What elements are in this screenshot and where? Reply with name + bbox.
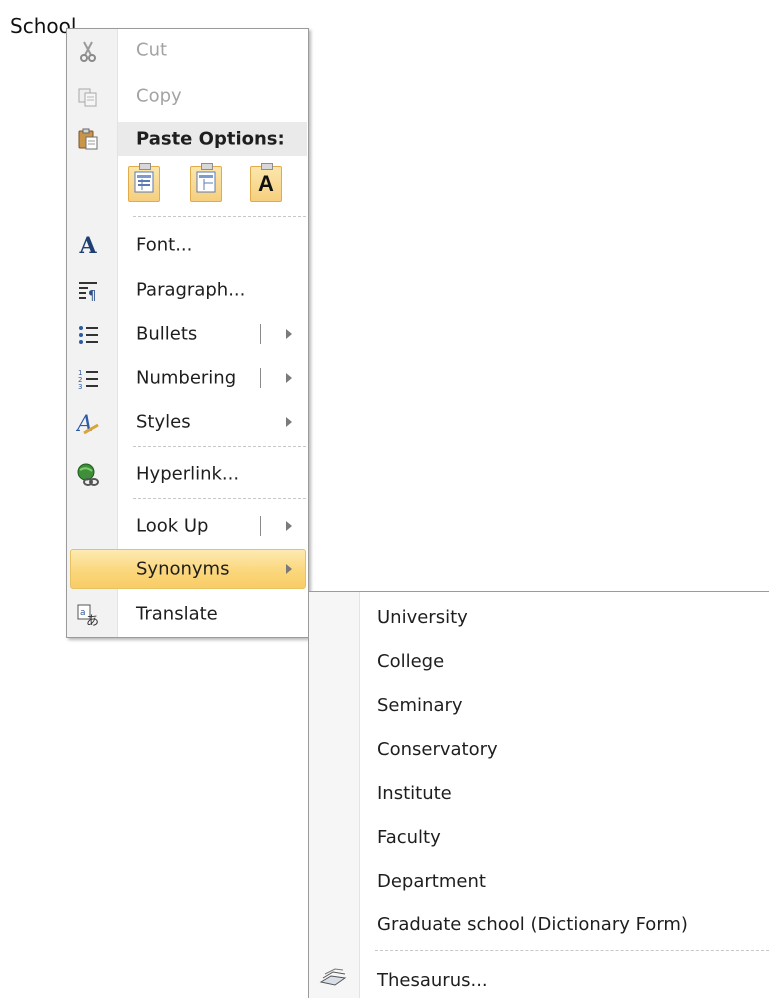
hyperlink-menu-item[interactable]: Hyperlink... xyxy=(67,454,308,494)
styles-menu-item[interactable]: A Styles xyxy=(67,402,308,442)
separator xyxy=(133,446,306,447)
bullets-icon xyxy=(75,322,101,348)
synonyms-menu-item[interactable]: Synonyms xyxy=(70,549,306,589)
paste-text-only-icon: A xyxy=(258,171,274,196)
synonyms-label: Synonyms xyxy=(136,558,230,580)
paste-keep-source-button[interactable] xyxy=(128,163,160,202)
thesaurus-menu-item[interactable]: Thesaurus... xyxy=(377,970,488,991)
copy-menu-item[interactable]: Copy xyxy=(67,76,308,116)
translate-label: Translate xyxy=(136,603,218,625)
split-divider xyxy=(260,516,261,536)
synonym-item[interactable]: Graduate school (Dictionary Form) xyxy=(377,914,688,935)
cut-menu-item[interactable]: Cut xyxy=(67,30,308,70)
bullets-menu-item[interactable]: Bullets xyxy=(67,314,308,354)
paragraph-menu-item[interactable]: ¶ Paragraph... xyxy=(67,270,308,310)
copy-label: Copy xyxy=(136,85,182,107)
split-divider xyxy=(260,324,261,344)
synonym-item[interactable]: Institute xyxy=(377,783,452,804)
hyperlink-icon xyxy=(75,462,101,488)
lookup-menu-item[interactable]: Look Up xyxy=(67,506,308,546)
numbering-icon: 1 2 3 xyxy=(75,366,101,392)
paste-keep-source-icon xyxy=(134,171,154,198)
paragraph-label: Paragraph... xyxy=(136,279,246,301)
paste-icon xyxy=(75,126,101,152)
paste-options-label: Paste Options: xyxy=(136,128,285,150)
context-menu: Cut Copy Paste Options: A A Font... ¶ Pa… xyxy=(66,28,309,638)
lookup-label: Look Up xyxy=(136,515,209,537)
synonym-item[interactable]: Faculty xyxy=(377,827,441,848)
paste-options-header: Paste Options: xyxy=(118,122,307,156)
styles-icon: A xyxy=(75,410,101,436)
thesaurus-icon xyxy=(319,966,347,993)
submenu-arrow-icon[interactable] xyxy=(286,521,292,531)
bullets-label: Bullets xyxy=(136,323,198,345)
cut-label: Cut xyxy=(136,39,168,61)
synonyms-submenu: University College Seminary Conservatory… xyxy=(308,591,769,998)
separator xyxy=(133,216,306,217)
synonym-item[interactable]: College xyxy=(377,651,444,672)
hyperlink-label: Hyperlink... xyxy=(136,463,240,485)
synonym-item[interactable]: University xyxy=(377,607,468,628)
separator xyxy=(133,498,306,499)
font-menu-item[interactable]: A Font... xyxy=(67,225,308,265)
copy-icon xyxy=(75,84,101,110)
split-divider xyxy=(260,368,261,388)
submenu-arrow-icon[interactable] xyxy=(286,329,292,339)
synonym-item[interactable]: Seminary xyxy=(377,695,463,716)
svg-text:a: a xyxy=(80,608,86,618)
numbering-menu-item[interactable]: 1 2 3 Numbering xyxy=(67,358,308,398)
styles-label: Styles xyxy=(136,411,191,433)
translate-icon: a あ xyxy=(75,602,101,628)
translate-menu-item[interactable]: a あ Translate xyxy=(67,594,308,634)
svg-text:3: 3 xyxy=(78,383,82,390)
font-icon: A xyxy=(79,233,97,259)
synonym-item[interactable]: Department xyxy=(377,871,486,892)
paste-merge-format-button[interactable] xyxy=(190,163,222,202)
paste-merge-icon xyxy=(196,171,216,198)
svg-text:あ: あ xyxy=(86,614,99,627)
scissors-icon xyxy=(75,38,101,64)
synonym-item[interactable]: Conservatory xyxy=(377,739,498,760)
font-label: Font... xyxy=(136,234,193,256)
paragraph-icon: ¶ xyxy=(75,278,101,304)
submenu-arrow-icon[interactable] xyxy=(286,373,292,383)
submenu-arrow-icon xyxy=(286,417,292,427)
numbering-label: Numbering xyxy=(136,367,237,389)
separator xyxy=(375,950,769,951)
paste-text-only-button[interactable]: A xyxy=(250,163,282,202)
svg-text:¶: ¶ xyxy=(88,289,96,302)
submenu-arrow-icon xyxy=(286,564,292,574)
submenu-icon-gutter xyxy=(309,592,360,998)
